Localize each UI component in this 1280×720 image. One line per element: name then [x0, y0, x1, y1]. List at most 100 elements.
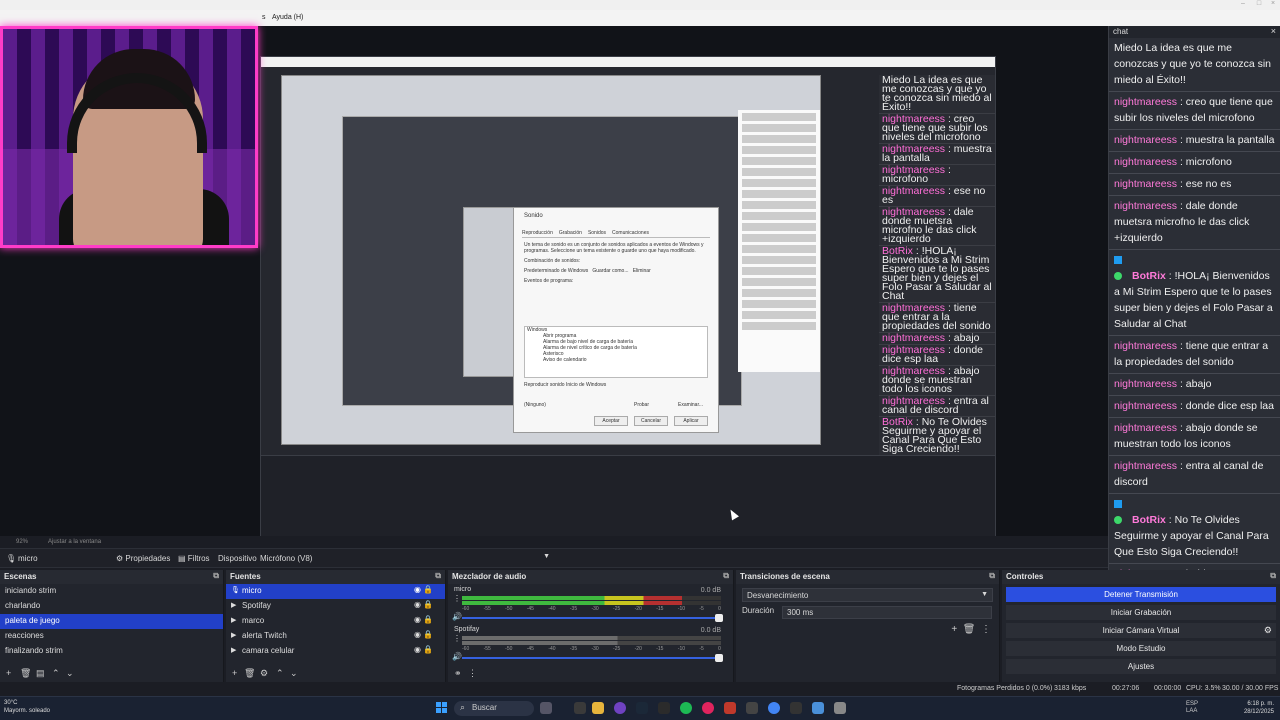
- eye-icon[interactable]: ◉: [414, 615, 421, 624]
- windows-start-icon[interactable]: [436, 702, 448, 714]
- virtual-camera-button[interactable]: Iniciar Cámara Virtual ⚙: [1006, 623, 1276, 638]
- chat-username[interactable]: nightmareess: [1114, 178, 1177, 190]
- scene-item[interactable]: finalizando strim: [0, 644, 223, 659]
- lock-icon[interactable]: 🔒: [423, 630, 433, 639]
- add-icon[interactable]: +: [951, 624, 957, 635]
- clock[interactable]: 6:18 p. m. 28/12/2025: [1244, 700, 1274, 716]
- gear-icon[interactable]: ⚙: [260, 668, 268, 679]
- menu-help[interactable]: Ayuda (H): [272, 14, 303, 21]
- fit-to-window[interactable]: Ajustar a la ventana: [48, 539, 101, 545]
- maximize-icon[interactable]: □: [1252, 0, 1266, 10]
- app-icon[interactable]: [812, 702, 824, 714]
- remove-icon[interactable]: 🗑: [963, 624, 976, 635]
- properties-button[interactable]: ⚙ Propiedades: [112, 554, 174, 563]
- settings-button[interactable]: Ajustes: [1006, 659, 1276, 674]
- chat-messages[interactable]: Miedo La idea es que me conozcas y que y…: [1109, 38, 1280, 570]
- scene-item[interactable]: iniciando strim: [0, 584, 223, 599]
- app-icon[interactable]: [834, 702, 846, 714]
- add-icon[interactable]: +: [232, 668, 237, 678]
- chat-username[interactable]: nightmareess: [1114, 200, 1177, 212]
- filter-icon[interactable]: ▤: [36, 668, 45, 679]
- more-icon[interactable]: ⋮: [453, 594, 461, 603]
- speaker-icon[interactable]: 🔊: [452, 612, 462, 621]
- scene-item[interactable]: reacciones: [0, 629, 223, 644]
- dock-settings-icon[interactable]: ⧉: [435, 571, 441, 581]
- filters-button[interactable]: ▤ Filtros: [174, 554, 214, 563]
- chat-username[interactable]: nightmareess: [1114, 340, 1177, 352]
- eye-icon[interactable]: ◉: [414, 585, 421, 594]
- more-icon[interactable]: ⋮: [453, 634, 461, 643]
- dock-settings-icon[interactable]: ⧉: [1270, 571, 1276, 581]
- chat-username[interactable]: nightmareess: [1114, 422, 1177, 434]
- app-icon[interactable]: [658, 702, 670, 714]
- dock-settings-icon[interactable]: ⧉: [213, 571, 219, 581]
- language-indicator[interactable]: ESP LAA: [1186, 701, 1198, 715]
- chat-username[interactable]: BotRix: [1132, 514, 1166, 526]
- volume-slider[interactable]: [462, 614, 723, 622]
- volume-slider[interactable]: [462, 654, 723, 662]
- minimize-icon[interactable]: –: [1236, 0, 1250, 10]
- source-item[interactable]: ▶ marco ◉ 🔒: [226, 614, 445, 629]
- menu-item-partial[interactable]: s: [262, 14, 266, 21]
- start-recording-button[interactable]: Iniciar Grabación: [1006, 605, 1276, 620]
- weather-widget[interactable]: 30°C Mayorm. soleado: [4, 699, 50, 715]
- device-select[interactable]: Micrófono (V8) ▼: [256, 553, 552, 565]
- spotify-icon[interactable]: [680, 702, 692, 714]
- source-item[interactable]: 🎙 micro ◉ 🔒: [226, 584, 445, 599]
- taskview-icon[interactable]: [540, 702, 552, 714]
- dock-settings-icon[interactable]: ⧉: [989, 571, 995, 581]
- steam-icon[interactable]: [636, 702, 648, 714]
- eye-icon[interactable]: ◉: [414, 630, 421, 639]
- app-icon[interactable]: [702, 702, 714, 714]
- remove-icon[interactable]: 🗑: [244, 668, 255, 679]
- lock-icon[interactable]: 🔒: [423, 585, 433, 594]
- gear-icon[interactable]: ⚙: [1264, 623, 1272, 638]
- scene-item[interactable]: charlando: [0, 599, 223, 614]
- remove-icon[interactable]: 🗑: [20, 668, 31, 679]
- app-icon[interactable]: [790, 702, 802, 714]
- slider-handle[interactable]: [715, 654, 723, 662]
- obs-icon[interactable]: [614, 702, 626, 714]
- transition-select[interactable]: Desvanecimiento ▼: [742, 588, 993, 602]
- obs-preview[interactable]: Sonido Reproducción Grabación Sonidos Co…: [0, 26, 1108, 556]
- speaker-icon[interactable]: 🔊: [452, 652, 462, 661]
- chat-username[interactable]: nightmareess: [1114, 460, 1177, 472]
- chat-username[interactable]: nightmareess: [1114, 156, 1177, 168]
- move-down-icon[interactable]: ⌄: [66, 668, 74, 679]
- source-item[interactable]: ▶ alerta Twitch ◉ 🔒: [226, 629, 445, 644]
- stop-streaming-button[interactable]: Detener Transmisión: [1006, 587, 1276, 602]
- duration-input[interactable]: 300 ms: [782, 606, 992, 619]
- zoom-level[interactable]: 92%: [16, 539, 28, 545]
- move-down-icon[interactable]: ⌄: [290, 668, 298, 679]
- scene-item[interactable]: paleta de juego: [0, 614, 223, 629]
- app-icon[interactable]: [724, 702, 736, 714]
- chat-username[interactable]: nightmareess: [1114, 400, 1177, 412]
- chat-username[interactable]: nightmareess: [1114, 96, 1177, 108]
- search-input[interactable]: ⌕ Buscar: [454, 701, 534, 716]
- chat-username[interactable]: nightmareess: [1114, 378, 1177, 390]
- chat-username[interactable]: BotRix: [1132, 270, 1166, 282]
- lock-icon[interactable]: 🔒: [423, 600, 433, 609]
- app-icon[interactable]: [746, 702, 758, 714]
- move-up-icon[interactable]: ⌃: [52, 668, 60, 679]
- source-item[interactable]: ▶ camara celular ◉ 🔒: [226, 644, 445, 659]
- folder-icon[interactable]: [592, 702, 604, 714]
- dock-settings-icon[interactable]: ⧉: [723, 571, 729, 581]
- studio-mode-button[interactable]: Modo Estudio: [1006, 641, 1276, 656]
- chrome-icon[interactable]: [768, 702, 780, 714]
- eye-icon[interactable]: ◉: [414, 645, 421, 654]
- lock-icon[interactable]: 🔒: [423, 645, 433, 654]
- move-up-icon[interactable]: ⌃: [276, 668, 284, 679]
- lock-icon[interactable]: 🔒: [423, 615, 433, 624]
- more-icon[interactable]: ⋮: [981, 624, 991, 635]
- eye-icon[interactable]: ◉: [414, 600, 421, 609]
- terminal-icon[interactable]: [574, 702, 586, 714]
- source-item[interactable]: ▶ Spotifay ◉ 🔒: [226, 599, 445, 614]
- more-icon[interactable]: ⋮: [468, 668, 477, 679]
- close-icon[interactable]: ×: [1271, 26, 1276, 36]
- add-icon[interactable]: +: [6, 668, 11, 678]
- link-icon[interactable]: ⚭: [454, 668, 462, 679]
- slider-handle[interactable]: [715, 614, 723, 622]
- close-icon[interactable]: ×: [1266, 0, 1280, 10]
- chat-username[interactable]: nightmareess: [1114, 134, 1177, 146]
